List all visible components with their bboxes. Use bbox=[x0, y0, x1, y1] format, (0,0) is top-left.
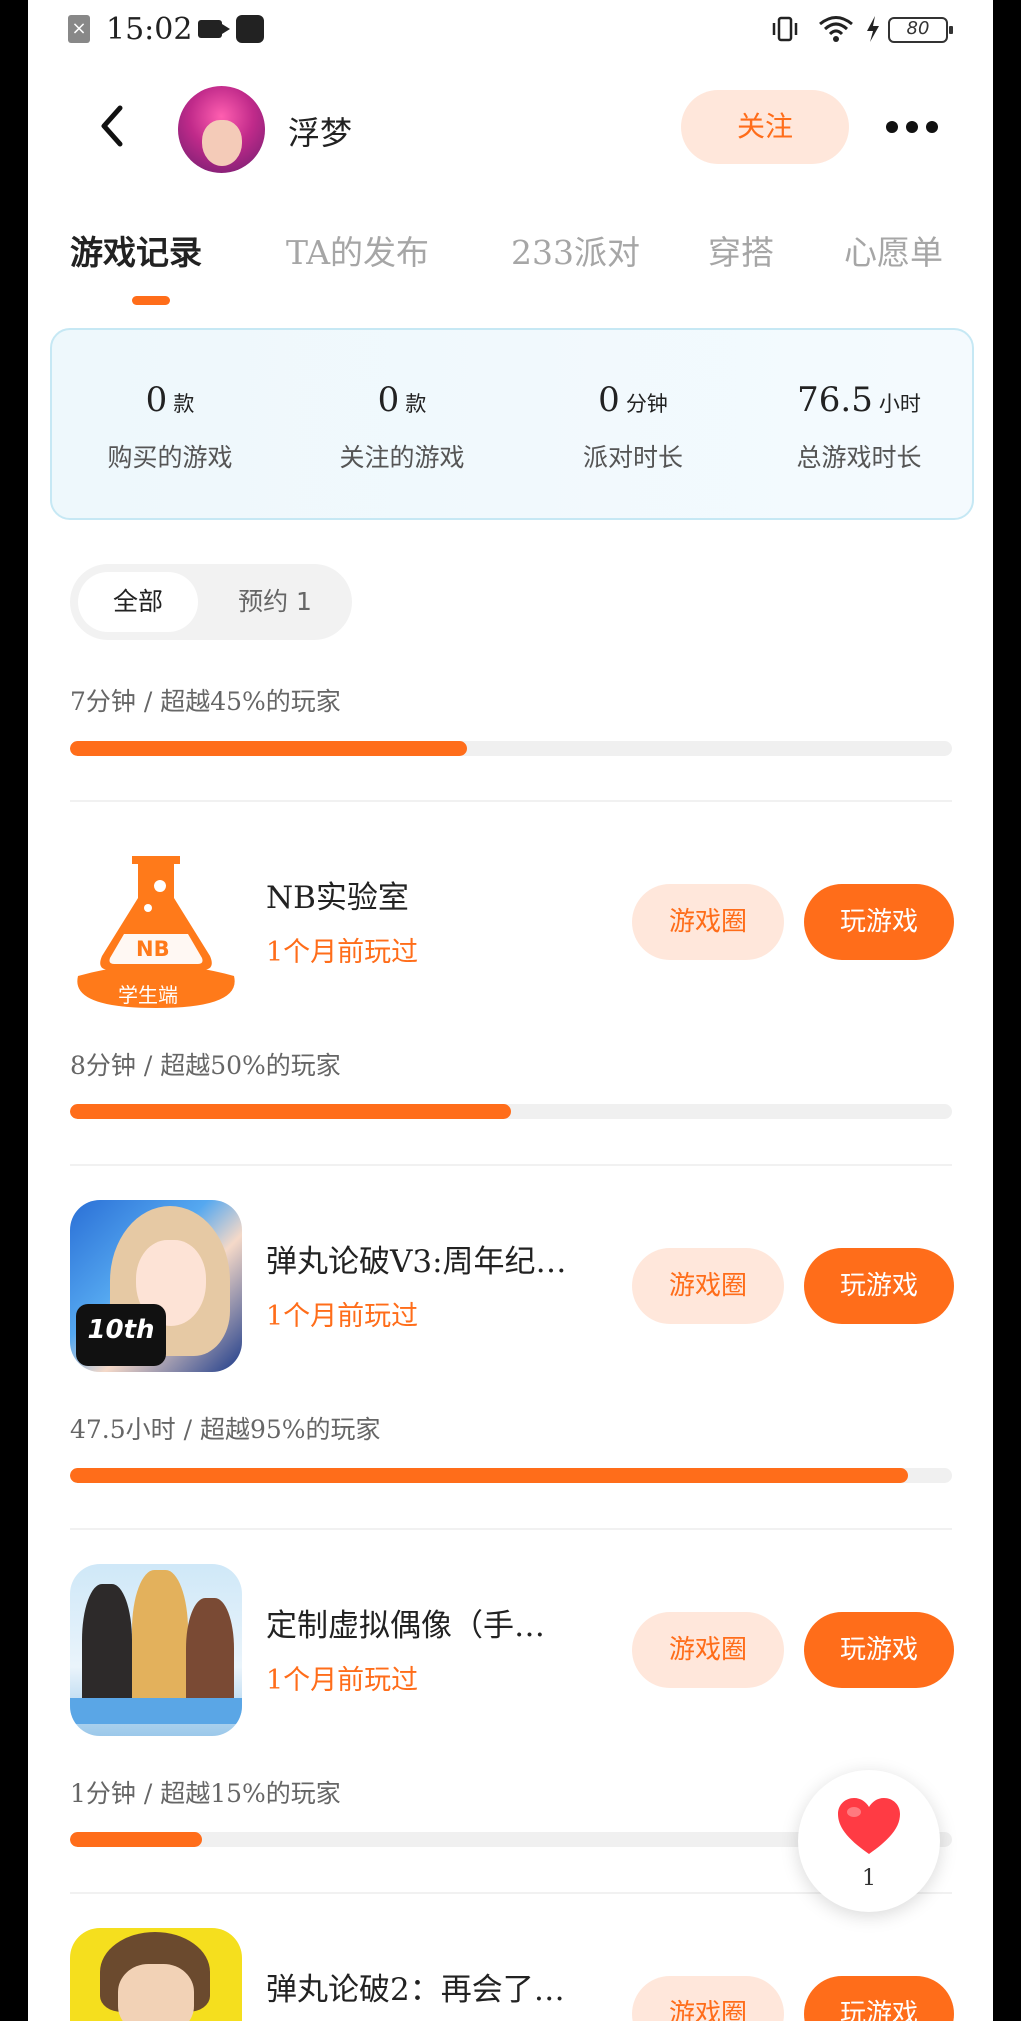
tab-game-records[interactable]: 游戏记录 bbox=[70, 226, 202, 274]
phone-screen: × 15:02 80 浮梦 关注 游戏记录 TA的发布 233派对 穿搭 心愿单… bbox=[28, 0, 993, 2021]
virtual-idol-icon[interactable] bbox=[70, 1564, 242, 1736]
progress-text: 1分钟 / 超越15%的玩家 bbox=[70, 1779, 341, 1808]
back-icon[interactable] bbox=[98, 104, 126, 148]
stat-label: 总游戏时长 bbox=[796, 443, 922, 472]
play-game-button[interactable]: 玩游戏 bbox=[804, 884, 954, 960]
vibrate-icon bbox=[772, 16, 798, 42]
icon-character-face bbox=[118, 1964, 194, 2021]
stat-label: 购买的游戏 bbox=[107, 443, 233, 472]
divider bbox=[70, 1164, 952, 1166]
tab-posts[interactable]: TA的发布 bbox=[286, 226, 429, 274]
progress-text: 8分钟 / 超越50%的玩家 bbox=[70, 1051, 341, 1080]
tab-outfits[interactable]: 穿搭 bbox=[708, 226, 774, 274]
progress-text: 47.5小时 / 超越95%的玩家 bbox=[70, 1415, 381, 1444]
battery-indicator: 80 bbox=[888, 17, 953, 43]
game-circle-button[interactable]: 游戏圈 bbox=[632, 884, 784, 960]
tab-wishlist[interactable]: 心愿单 bbox=[844, 226, 943, 274]
heart-icon bbox=[838, 1798, 900, 1854]
stat-unit: 小时 bbox=[878, 392, 921, 416]
stat-label: 派对时长 bbox=[582, 443, 683, 472]
stat-unit: 款 bbox=[405, 392, 427, 416]
stat-followed-games[interactable]: 0款 关注的游戏 bbox=[287, 380, 517, 474]
like-count: 1 bbox=[862, 1866, 876, 1891]
filter-toggle: 全部 预约 1 bbox=[70, 564, 352, 640]
video-camera-icon bbox=[198, 20, 230, 38]
play-game-button[interactable]: 玩游戏 bbox=[804, 1976, 954, 2021]
divider bbox=[70, 800, 952, 802]
nb-lab-icon-label: NB bbox=[136, 937, 170, 961]
status-bar: × 15:02 80 bbox=[28, 0, 993, 62]
last-played: 1个月前玩过 bbox=[266, 1301, 419, 1332]
progress-bar bbox=[70, 741, 952, 756]
play-game-button[interactable]: 玩游戏 bbox=[804, 1248, 954, 1324]
last-played: 1个月前玩过 bbox=[266, 1665, 419, 1696]
like-button[interactable]: 1 bbox=[798, 1770, 940, 1912]
stat-unit: 款 bbox=[173, 392, 195, 416]
filter-all[interactable]: 全部 bbox=[78, 572, 198, 632]
game-title[interactable]: 弹丸论破V3:周年纪… bbox=[266, 1236, 567, 1281]
tab-indicator bbox=[132, 296, 170, 305]
anniversary-badge-text: 10th bbox=[87, 1315, 155, 1345]
filter-reserve[interactable]: 预约 1 bbox=[210, 572, 340, 632]
avatar[interactable] bbox=[178, 86, 265, 173]
progress-fill bbox=[70, 1832, 203, 1847]
danganronpa-2-icon[interactable] bbox=[70, 1928, 242, 2021]
avatar-face bbox=[202, 120, 242, 166]
stat-party-time[interactable]: 0 分钟 派对时长 bbox=[518, 380, 748, 474]
game-circle-button[interactable]: 游戏圈 bbox=[632, 1612, 784, 1688]
game-circle-button[interactable]: 游戏圈 bbox=[632, 1976, 784, 2021]
progress-bar bbox=[70, 1468, 952, 1483]
notification-close-icon: × bbox=[68, 15, 90, 43]
progress-fill bbox=[70, 1468, 908, 1483]
last-played: 1个月前玩过 bbox=[266, 937, 419, 968]
stat-value: 0 bbox=[598, 380, 620, 420]
anniversary-badge: 10th bbox=[76, 1304, 166, 1366]
nb-lab-icon[interactable]: NB 学生端 bbox=[70, 846, 242, 1018]
tab-233-party[interactable]: 233派对 bbox=[511, 226, 640, 274]
game-circle-button[interactable]: 游戏圈 bbox=[632, 1248, 784, 1324]
game-title[interactable]: NB实验室 bbox=[266, 872, 409, 917]
status-time: 15:02 bbox=[106, 12, 193, 47]
charging-icon bbox=[867, 16, 879, 42]
progress-text: 7分钟 / 超越45%的玩家 bbox=[70, 687, 341, 716]
progress-bar bbox=[70, 1104, 952, 1119]
username[interactable]: 浮梦 bbox=[288, 108, 352, 154]
nb-lab-icon-ribbon: 学生端 bbox=[118, 983, 178, 1007]
stat-value: 0 bbox=[377, 380, 400, 420]
stats-card: 0款 购买的游戏 0款 关注的游戏 0 分钟 派对时长 76.5 小时 总游戏时长 bbox=[50, 328, 974, 520]
game-title[interactable]: 定制虚拟偶像（手… bbox=[266, 1600, 545, 1645]
danganronpa-v3-icon[interactable]: 10th bbox=[70, 1200, 242, 1372]
stat-purchased-games[interactable]: 0款 购买的游戏 bbox=[55, 380, 285, 474]
follow-button[interactable]: 关注 bbox=[681, 90, 849, 164]
more-icon[interactable] bbox=[885, 120, 939, 134]
play-game-button[interactable]: 玩游戏 bbox=[804, 1612, 954, 1688]
progress-fill bbox=[70, 1104, 511, 1119]
icon-logo-strip bbox=[70, 1698, 242, 1724]
wifi-icon bbox=[819, 16, 853, 42]
game-title[interactable]: 弹丸论破2：再会了… bbox=[266, 1964, 565, 2009]
stat-unit: 分钟 bbox=[625, 392, 668, 416]
stat-total-play-time[interactable]: 76.5 小时 总游戏时长 bbox=[744, 380, 974, 474]
stat-value: 0 bbox=[145, 380, 168, 420]
divider bbox=[70, 1528, 952, 1530]
stat-value: 76.5 bbox=[797, 380, 873, 420]
stat-label: 关注的游戏 bbox=[339, 443, 465, 472]
message-icon bbox=[236, 15, 264, 43]
progress-fill bbox=[70, 741, 467, 756]
